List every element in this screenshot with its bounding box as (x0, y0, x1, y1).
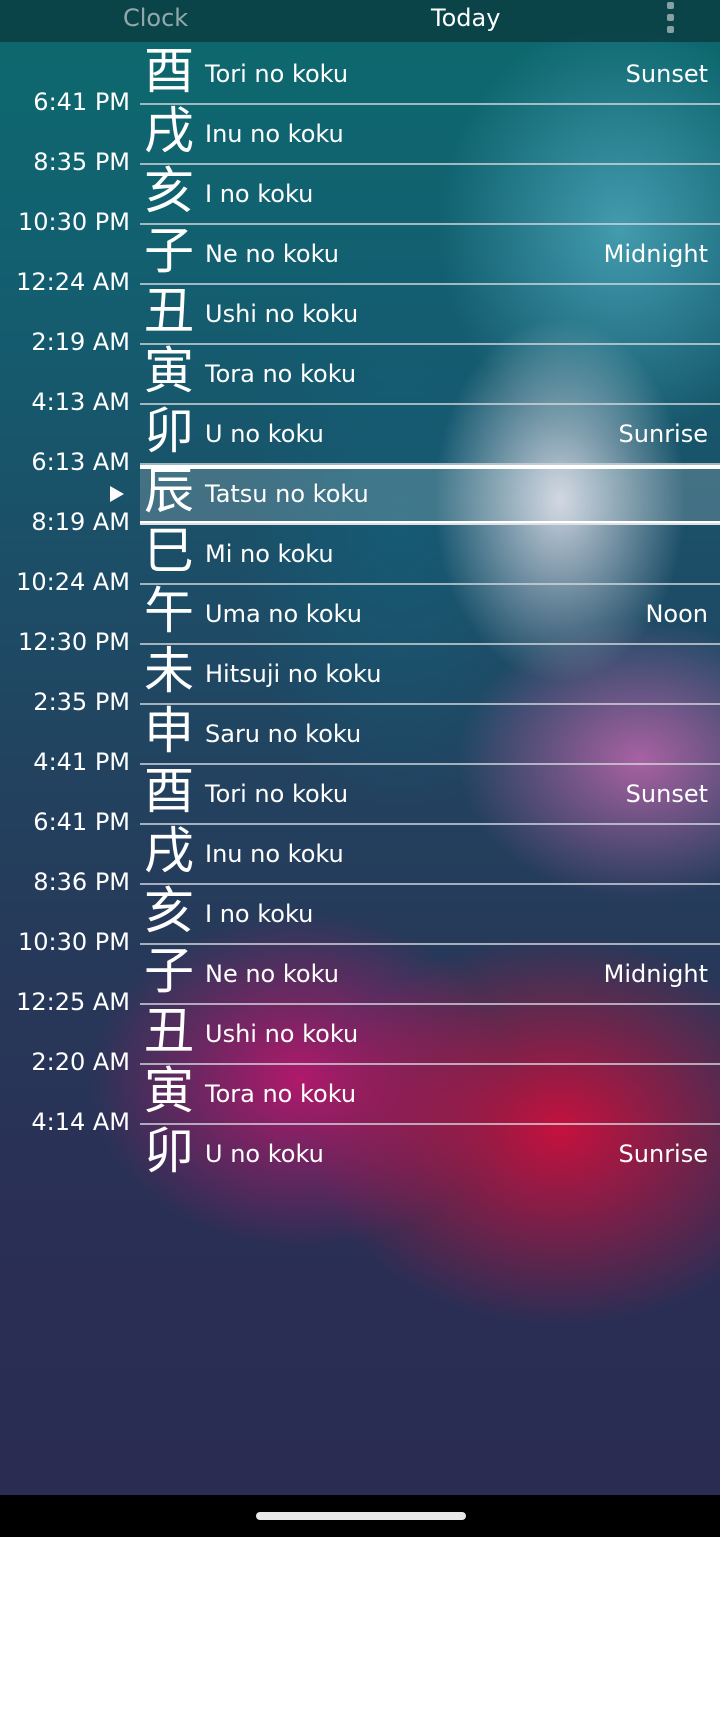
koku-name: Uma no koku (205, 600, 362, 628)
koku-name: Inu no koku (205, 120, 344, 148)
event-label: Noon (645, 600, 708, 628)
koku-row[interactable]: 寅 Tora no koku 4:13 AM (0, 342, 720, 416)
koku-name: Ushi no koku (205, 1020, 359, 1048)
kanji-label: 子 (144, 222, 194, 280)
kanji-label: 酉 (144, 762, 194, 820)
koku-row[interactable]: 申 Saru no koku 4:41 PM (0, 702, 720, 776)
koku-name: Tori no koku (205, 780, 349, 808)
koku-row[interactable]: 酉 Tori no koku Sunset 6:41 PM (0, 42, 720, 116)
koku-row[interactable]: 卯U no koku Sunrise 6:13 AM (0, 402, 720, 476)
koku-row[interactable]: 子 Ne no koku Midnight 12:25 AM (0, 942, 720, 1016)
event-label: Sunrise (618, 420, 708, 448)
kanji-label: 辰 (144, 462, 194, 520)
kanji-label: 卯 (144, 402, 194, 460)
koku-name: I no koku (205, 180, 314, 208)
kanji-label: 巳 (144, 522, 194, 580)
koku-row[interactable]: 午 Uma no koku Noon 12:30 PM (0, 582, 720, 656)
koku-name: Ne no koku (205, 240, 339, 268)
koku-row[interactable]: 戌 Inu no koku 8:35 PM (0, 102, 720, 176)
koku-name: Hitsuji no koku (205, 660, 382, 688)
kanji-label: 亥 (144, 882, 194, 940)
app-screen: Clock Today 酉 Tori no koku Sunset 6:41 PM 戌 I… (0, 0, 720, 1495)
koku-name: Tatsu no koku (205, 480, 369, 508)
kanji-label: 戌 (144, 822, 194, 880)
event-label: Sunset (625, 60, 708, 88)
koku-row[interactable]: 寅 Tora no koku 4:14 AM (0, 1062, 720, 1136)
event-label: Midnight (603, 960, 708, 988)
navigation-bar (0, 1495, 720, 1537)
koku-row[interactable]: 子 Ne no koku Midnight 12:24 AM (0, 222, 720, 296)
koku-name: I no koku (205, 900, 314, 928)
event-label: Sunset (625, 780, 708, 808)
koku-row[interactable]: 亥I no koku 10:30 PM (0, 882, 720, 956)
event-label: Sunrise (618, 1140, 708, 1168)
top-bar: Clock Today (0, 0, 720, 42)
kanji-label: 丑 (144, 1002, 194, 1060)
koku-name: U no koku (205, 420, 324, 448)
koku-name: U no koku (205, 1140, 324, 1168)
koku-row[interactable]: 卯 U no koku Sunrise (0, 1122, 720, 1185)
koku-name: Inu no koku (205, 840, 344, 868)
koku-row[interactable]: 丑 Ushi no koku 2:20 AM (0, 1002, 720, 1076)
kanji-label: 未 (144, 642, 194, 700)
kanji-label: 午 (144, 582, 194, 640)
more-vert-icon[interactable] (658, 0, 684, 40)
tab-today[interactable]: Today (431, 4, 500, 32)
koku-row[interactable]: 丑 Ushi no koku 2:19 AM (0, 282, 720, 356)
koku-row[interactable]: 酉 Tori no koku Sunset 6:41 PM (0, 762, 720, 836)
kanji-label: 申 (144, 702, 194, 760)
kanji-label: 寅 (144, 342, 194, 400)
koku-name: Saru no koku (205, 720, 362, 748)
koku-name: Ushi no koku (205, 300, 359, 328)
koku-name: Tori no koku (205, 60, 349, 88)
kanji-label: 卯 (144, 1122, 194, 1180)
kanji-label: 亥 (144, 162, 194, 220)
koku-row[interactable]: 未 Hitsuji no koku 2:35 PM (0, 642, 720, 716)
koku-name: Tora no koku (205, 1080, 357, 1108)
kanji-label: 戌 (144, 102, 194, 160)
home-indicator[interactable] (256, 1512, 466, 1520)
kanji-label: 丑 (144, 282, 194, 340)
koku-row[interactable]: 戌 Inu no koku 8:36 PM (0, 822, 720, 896)
kanji-label: 寅 (144, 1062, 194, 1120)
koku-row[interactable]: 辰 Tatsu no koku 8:19 AM (0, 462, 720, 536)
event-label: Midnight (603, 240, 708, 268)
koku-name: Ne no koku (205, 960, 339, 988)
kanji-label: 子 (144, 942, 194, 1000)
koku-name: Tora no koku (205, 360, 357, 388)
koku-row[interactable]: 亥I no koku 10:30 PM (0, 162, 720, 236)
kanji-label: 酉 (144, 42, 194, 100)
koku-name: Mi no koku (205, 540, 334, 568)
tab-clock[interactable]: Clock (123, 4, 188, 32)
koku-row[interactable]: 巳 Mi no koku 10:24 AM (0, 522, 720, 596)
